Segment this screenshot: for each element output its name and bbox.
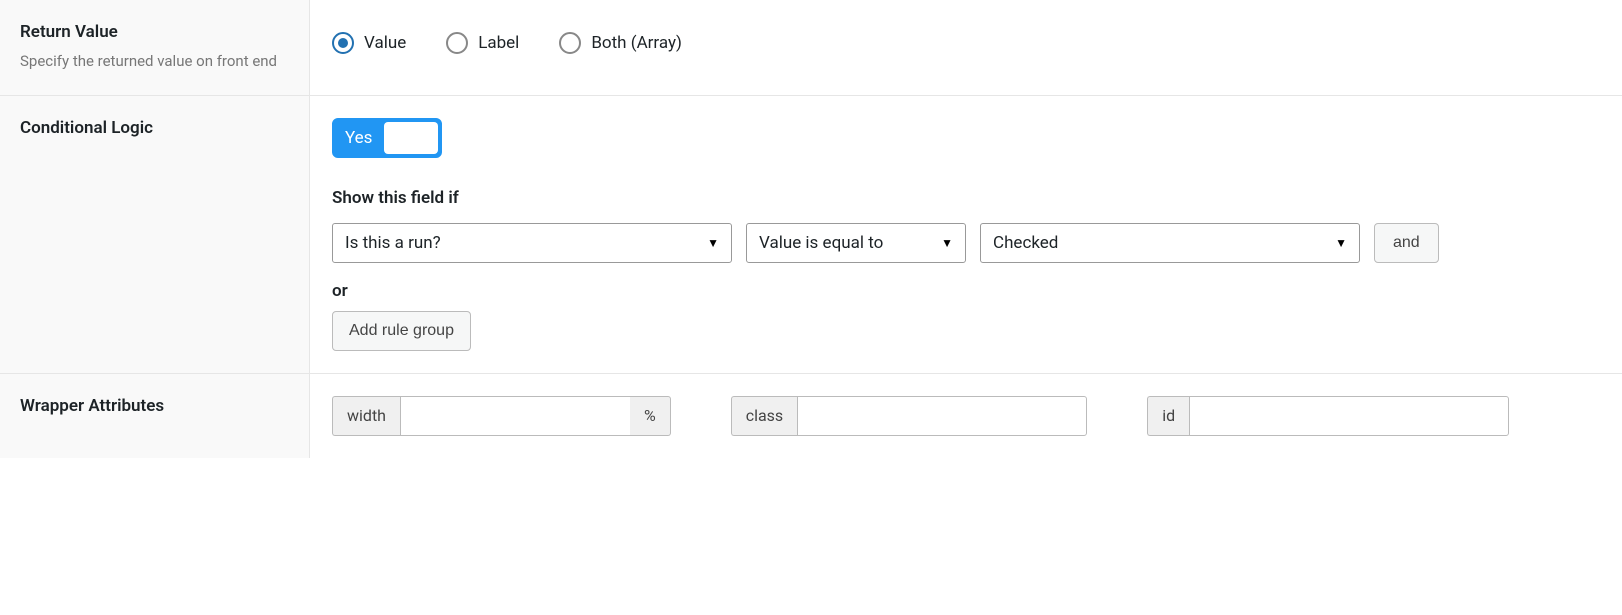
id-group: id — [1147, 396, 1509, 436]
conditional-logic-row: Conditional Logic Yes Show this field if… — [0, 96, 1622, 374]
wrapper-label-col: Wrapper Attributes — [0, 374, 310, 458]
rule-value-value: Checked — [993, 233, 1058, 253]
add-rule-group-button[interactable]: Add rule group — [332, 311, 471, 351]
class-group: class — [731, 396, 1087, 436]
return-value-label-col: Return Value Specify the returned value … — [0, 0, 310, 95]
radio-value[interactable]: Value — [332, 32, 406, 54]
wrapper-attributes-row: Wrapper Attributes width % class id — [0, 374, 1622, 458]
radio-value-label: Value — [364, 33, 406, 53]
rule-field-value: Is this a run? — [345, 233, 441, 253]
radio-both-label: Both (Array) — [591, 33, 682, 53]
conditional-logic-title: Conditional Logic — [20, 118, 289, 138]
rule-field-select[interactable]: Is this a run? ▼ — [332, 223, 732, 263]
return-value-row: Return Value Specify the returned value … — [0, 0, 1622, 96]
return-value-title: Return Value — [20, 22, 289, 42]
wrapper-field-col: width % class id — [310, 374, 1622, 458]
chevron-down-icon: ▼ — [941, 236, 953, 250]
conditional-toggle[interactable]: Yes — [332, 118, 442, 158]
rule-row: Is this a run? ▼ Value is equal to ▼ Che… — [332, 223, 1602, 263]
toggle-label: Yes — [345, 128, 372, 148]
wrapper-inputs: width % class id — [332, 396, 1602, 436]
width-group: width % — [332, 396, 671, 436]
id-input[interactable] — [1189, 396, 1509, 436]
class-input[interactable] — [797, 396, 1087, 436]
chevron-down-icon: ▼ — [1335, 236, 1347, 250]
chevron-down-icon: ▼ — [707, 236, 719, 250]
and-button[interactable]: and — [1374, 223, 1439, 263]
rules-heading: Show this field if — [332, 188, 1602, 208]
return-value-radio-group: Value Label Both (Array) — [332, 22, 1602, 54]
radio-label[interactable]: Label — [446, 32, 519, 54]
radio-circle-icon — [559, 32, 581, 54]
id-addon: id — [1147, 396, 1189, 436]
radio-circle-icon — [446, 32, 468, 54]
return-value-desc: Specify the returned value on front end — [20, 50, 289, 73]
return-value-field-col: Value Label Both (Array) — [310, 0, 1622, 95]
width-input[interactable] — [400, 396, 630, 436]
radio-label-label: Label — [478, 33, 519, 53]
class-addon: class — [731, 396, 797, 436]
radio-both[interactable]: Both (Array) — [559, 32, 682, 54]
width-addon: width — [332, 396, 400, 436]
rule-operator-value: Value is equal to — [759, 233, 883, 253]
or-separator: or — [332, 281, 1602, 301]
rule-operator-select[interactable]: Value is equal to ▼ — [746, 223, 966, 263]
width-suffix: % — [630, 396, 671, 436]
wrapper-title: Wrapper Attributes — [20, 396, 289, 416]
conditional-logic-label-col: Conditional Logic — [0, 96, 310, 373]
rule-value-select[interactable]: Checked ▼ — [980, 223, 1360, 263]
toggle-knob-icon — [384, 122, 438, 154]
radio-circle-icon — [332, 32, 354, 54]
conditional-logic-field-col: Yes Show this field if Is this a run? ▼ … — [310, 96, 1622, 373]
